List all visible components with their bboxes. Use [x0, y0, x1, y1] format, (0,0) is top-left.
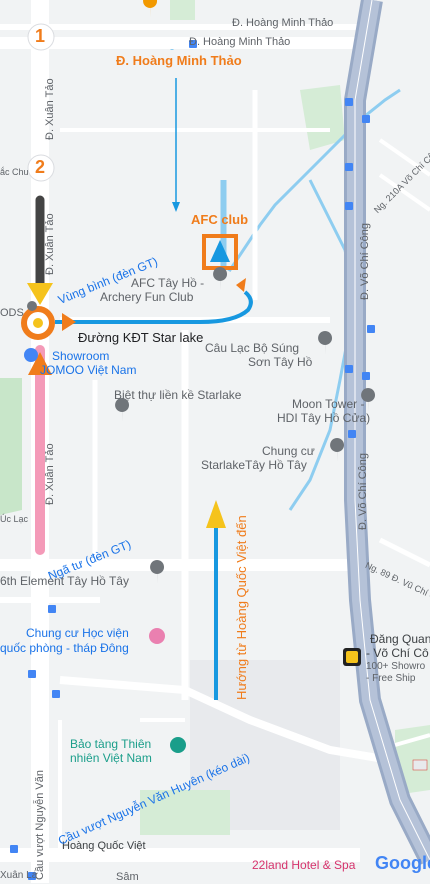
road-label-hmt2: Đ. Hoàng Minh Thảo	[189, 36, 291, 48]
poi-moon-line2[interactable]: HDI Tây Hồ Cửa)	[277, 411, 370, 425]
poi-chung-cu-line2[interactable]: StarlakeTây Hồ Tây	[201, 458, 307, 472]
poi-afc-line1[interactable]: AFC Tây Hồ -	[131, 276, 204, 290]
poi-dangquang-line1[interactable]: Đăng Quang	[370, 632, 430, 646]
poi-hocvien-line2[interactable]: quốc phòng - tháp Đông	[0, 641, 129, 655]
poi-baotang-line2[interactable]: nhiên Việt Nam	[70, 751, 152, 765]
road-label-vo-chi-cong2: Đ. Võ Chí Công	[357, 452, 369, 530]
poi-uc-lac: Úc Lạc	[0, 514, 29, 524]
road-label-xuan-tao3: Đ. Xuân Tảo	[44, 443, 56, 505]
road-label-xuan-tao1: Đ. Xuân Tảo	[44, 78, 56, 140]
marker-1-label: 1	[35, 26, 46, 46]
annotation-duong-kdt: Đường KĐT Star lake	[78, 330, 204, 345]
annotation-hoang-minh-thao: Đ. Hoàng Minh Thảo	[116, 53, 242, 68]
poi-dangquang-line4[interactable]: - Free Ship	[366, 672, 415, 686]
poi-showroom-line1[interactable]: Showroom	[52, 349, 109, 363]
poi-hocvien-line1[interactable]: Chung cư Học viện	[26, 626, 129, 640]
poi-hotel[interactable]: 22land Hotel & Spa	[252, 858, 355, 872]
poi-biet-thu[interactable]: Biệt thự liền kề Starlake	[114, 388, 241, 402]
google-logo: Google	[375, 853, 430, 873]
road-label-vo-chi-cong1: Đ. Võ Chí Công	[359, 222, 371, 300]
poi-element[interactable]: 6th Element Tây Hồ Tây	[0, 574, 129, 588]
road-label-hmt1: Đ. Hoàng Minh Thảo	[232, 17, 334, 29]
annotation-afc-club: AFC club	[191, 212, 249, 227]
poi-baotang-line1[interactable]: Bảo tàng Thiên	[70, 737, 151, 751]
poi-chung-cu-line1[interactable]: Chung cư	[262, 444, 315, 458]
road-label-xuan-la: Xuân La	[0, 870, 38, 881]
poi-sam: Sâm	[116, 871, 139, 883]
road-label-xuan-tao2: Đ. Xuân Tảo	[44, 213, 56, 275]
poi-afc-line2[interactable]: Archery Fun Club	[100, 290, 193, 304]
poi-moon-line1[interactable]: Moon Tower -	[292, 397, 364, 411]
poi-dangquang-line2[interactable]: - Võ Chí Cô	[366, 646, 429, 660]
poi-ac-chu: ắc Chu	[0, 167, 29, 177]
annotation-huong-tu-hqv: Hướng từ Hoàng Quốc Việt đến	[234, 515, 249, 700]
marker-2-label: 2	[35, 157, 46, 177]
map-canvas[interactable]	[0, 0, 430, 883]
poi-clb-line2[interactable]: Sơn Tây Hồ	[248, 355, 312, 369]
poi-ods: ODS	[0, 307, 24, 319]
road-label-cau-vuot-ng: Cầu vượt Nguyễn Văn	[34, 770, 46, 880]
poi-clb-line1[interactable]: Câu Lạc Bộ Súng	[205, 341, 299, 355]
poi-showroom-line2[interactable]: JOMOO Việt Nam	[40, 363, 136, 377]
